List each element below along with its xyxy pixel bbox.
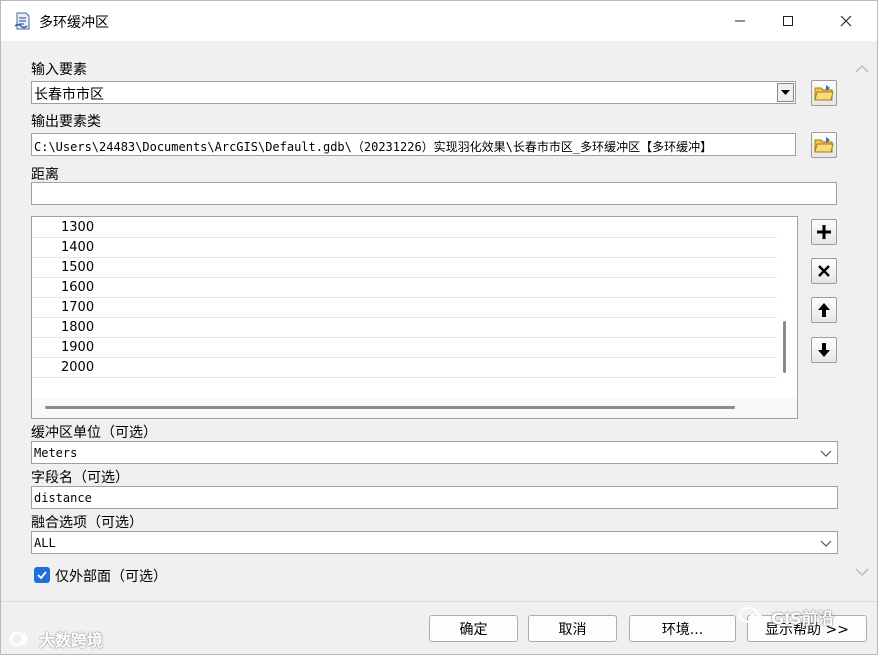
distance-list-horizontal-scroll-thumb[interactable] — [45, 406, 735, 409]
distance-list-item[interactable]: 1300 — [33, 218, 777, 238]
distance-list-item[interactable]: 1900 — [33, 338, 777, 358]
dissolve-option-value: ALL — [34, 536, 56, 550]
open-folder-icon — [814, 85, 834, 101]
input-features-value: 长春市市区 — [34, 87, 104, 103]
output-feature-class-field[interactable]: C:\Users\24483\Documents\ArcGIS\Default.… — [31, 133, 796, 156]
caret-down-icon — [781, 89, 790, 95]
wechat-icon — [739, 607, 764, 627]
input-features-dropdown-button[interactable] — [777, 83, 794, 102]
watermark-right-text: GIS前沿 — [771, 609, 834, 628]
minimize-button[interactable] — [717, 1, 763, 41]
distance-list-item[interactable]: 1700 — [33, 298, 777, 318]
distance-list-rows: 1300 1400 1500 1600 1700 1800 1900 2000 — [33, 218, 777, 378]
watermark-right: GIS前沿 — [739, 605, 834, 629]
field-name-value: distance — [34, 491, 92, 505]
distance-input[interactable] — [31, 182, 837, 205]
arctoolbox-script-icon — [14, 12, 30, 30]
input-features-label: 输入要素 — [31, 62, 87, 78]
outside-polygons-only-label[interactable]: 仅外部面（可选） — [55, 566, 167, 586]
window-title: 多环缓冲区 — [39, 15, 109, 31]
watermark-logo-icon — [9, 631, 28, 647]
move-up-button[interactable] — [811, 297, 837, 323]
dialog-window: 多环缓冲区 输入要素 长春市市区 输出要素类 C:\Users\24483\Do… — [0, 0, 878, 655]
field-name-input[interactable]: distance — [31, 486, 838, 509]
buffer-unit-label: 缓冲区单位（可选） — [31, 425, 157, 441]
maximize-button[interactable] — [765, 1, 811, 41]
field-name-label: 字段名（可选） — [31, 470, 129, 486]
dissolve-option-label: 融合选项（可选） — [31, 515, 143, 531]
buffer-unit-select[interactable]: Meters — [31, 441, 838, 464]
close-button[interactable] — [823, 1, 869, 41]
checkmark-icon — [37, 571, 47, 580]
watermark-left-text: 大数跨境 — [39, 631, 104, 650]
ok-button[interactable]: 确定 — [429, 615, 518, 642]
input-features-browse-button[interactable] — [811, 80, 837, 106]
chevron-down-icon — [820, 450, 832, 457]
open-folder-icon — [814, 137, 834, 153]
distance-list-item[interactable]: 1600 — [33, 278, 777, 298]
arrow-down-icon — [818, 343, 830, 357]
distance-list-item[interactable]: 1500 — [33, 258, 777, 278]
buffer-unit-value: Meters — [34, 446, 78, 460]
dissolve-option-select[interactable]: ALL — [31, 531, 838, 554]
chevron-down-icon — [820, 540, 832, 547]
watermark-left: 大数跨境 — [9, 627, 103, 651]
output-feature-class-label: 输出要素类 — [31, 114, 101, 130]
input-features-combobox[interactable]: 长春市市区 — [31, 81, 796, 104]
maximize-icon — [783, 16, 793, 26]
distance-list[interactable]: 1300 1400 1500 1600 1700 1800 1900 2000 — [31, 216, 798, 419]
arrow-up-icon — [818, 303, 830, 317]
page-scroll-down-icon[interactable] — [854, 564, 870, 580]
add-distance-button[interactable] — [811, 219, 837, 245]
close-icon — [840, 15, 852, 27]
minimize-icon — [735, 20, 745, 22]
move-down-button[interactable] — [811, 337, 837, 363]
environments-button[interactable]: 环境... — [629, 615, 736, 642]
distance-list-item[interactable]: 1400 — [33, 238, 777, 258]
remove-distance-button[interactable] — [811, 258, 837, 284]
cancel-button[interactable]: 取消 — [528, 615, 617, 642]
output-feature-class-value: C:\Users\24483\Documents\ArcGIS\Default.… — [34, 140, 713, 154]
distance-list-vertical-scroll-thumb[interactable] — [783, 321, 786, 373]
x-remove-icon — [818, 265, 830, 277]
distance-list-item[interactable]: 1800 — [33, 318, 777, 338]
distance-list-vertical-scrollbar[interactable] — [777, 217, 795, 397]
distances-label: 距离 — [31, 167, 59, 183]
title-bar[interactable]: 多环缓冲区 — [1, 1, 877, 41]
outside-polygons-only-checkbox[interactable] — [34, 567, 50, 583]
output-feature-class-browse-button[interactable] — [811, 132, 837, 158]
distance-list-item[interactable]: 2000 — [33, 358, 777, 378]
page-scroll-up-icon[interactable] — [854, 61, 870, 77]
plus-icon — [817, 225, 831, 239]
